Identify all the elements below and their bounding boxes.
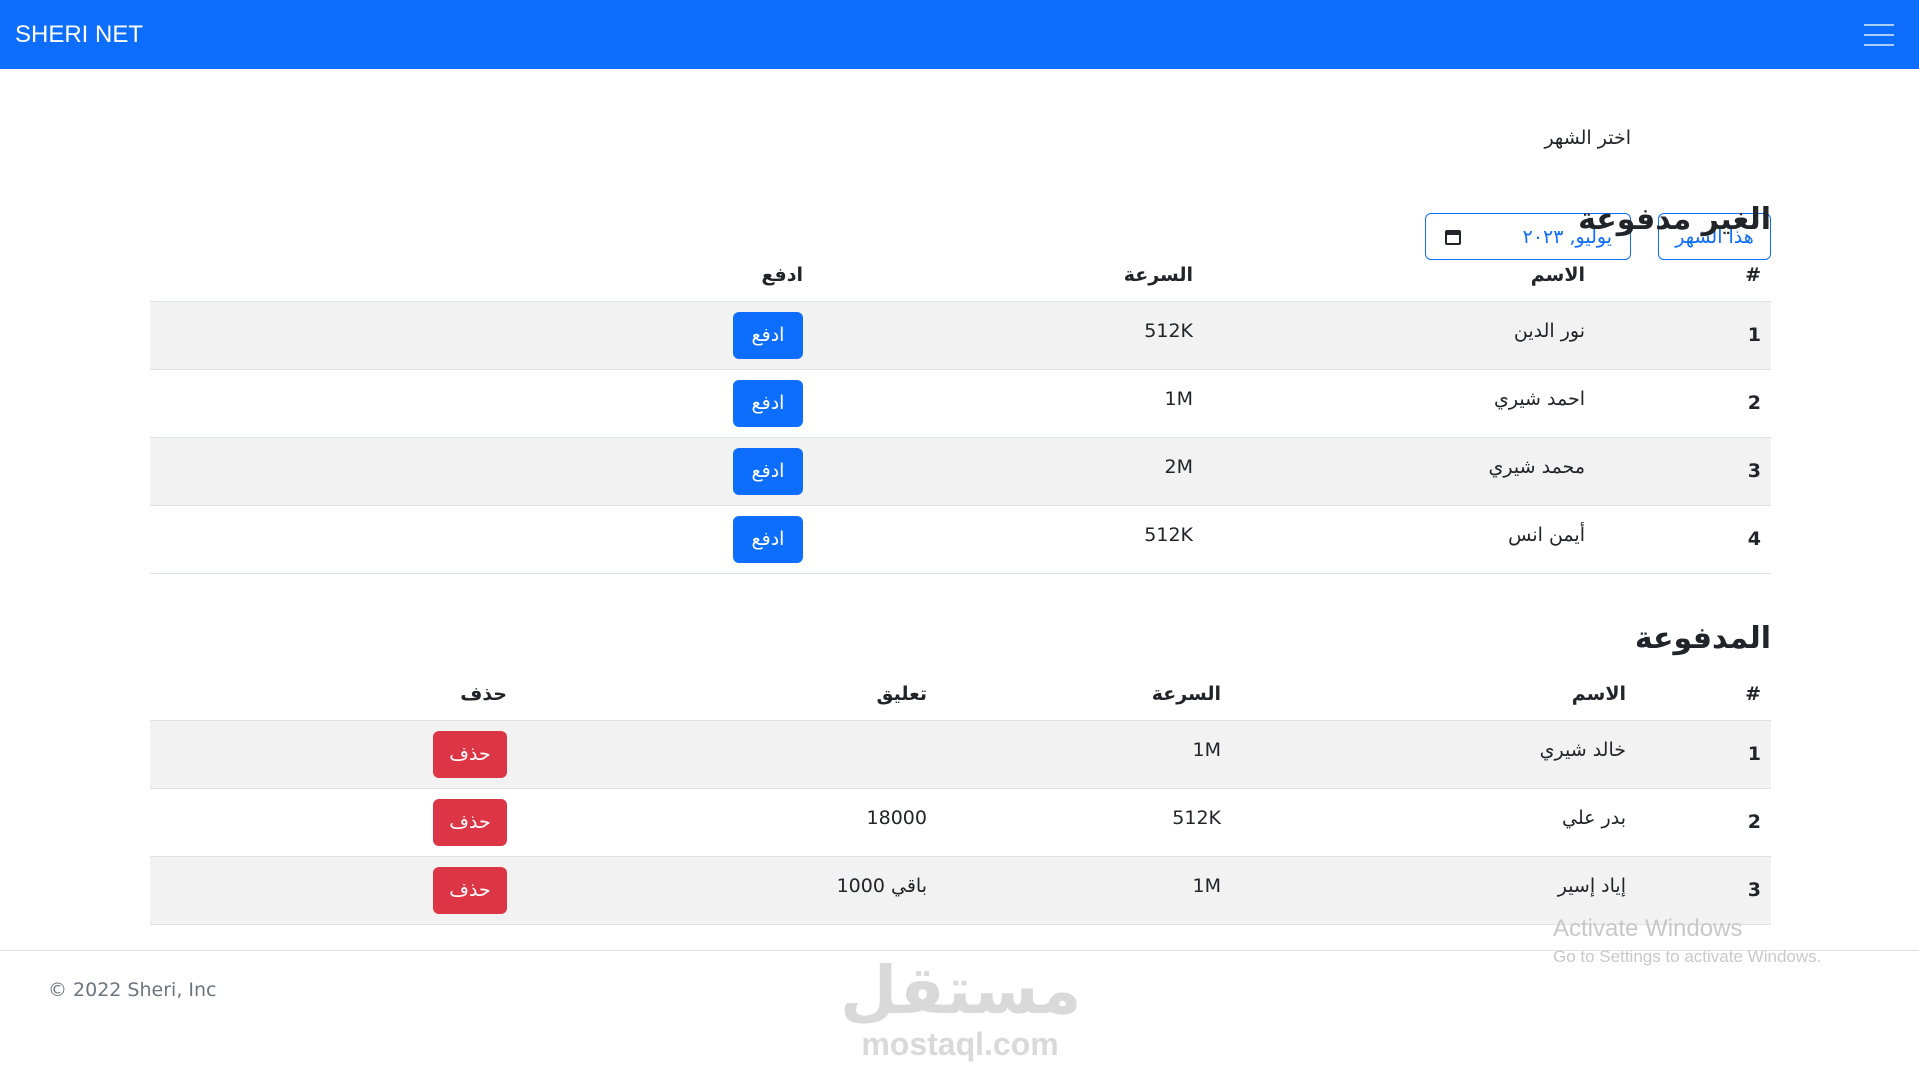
header-speed: السرعة: [1151, 682, 1221, 705]
header-speed: السرعة: [1123, 263, 1193, 286]
unpaid-section-title: الغير مدفوعة: [1578, 202, 1771, 237]
watermark-arabic: مستقل: [840, 952, 1082, 1029]
activate-windows-title: Activate Windows: [1553, 915, 1743, 942]
brand-name[interactable]: SHERI NET: [15, 21, 143, 49]
delete-button[interactable]: حذف: [433, 866, 507, 914]
pay-button[interactable]: ادفع: [733, 311, 803, 359]
row-comment: باقي 1000: [517, 855, 937, 925]
row-name: أيمن انس: [1203, 504, 1595, 574]
row-num: 4: [1595, 504, 1771, 574]
paid-table-header: # الاسم السرعة تعليق حذف: [150, 668, 1771, 720]
pay-button[interactable]: ادفع: [733, 447, 803, 495]
row-comment: 18000: [517, 787, 937, 856]
header-num: #: [1745, 682, 1761, 705]
copyright-text: © 2022 Sheri, Inc: [48, 979, 217, 1001]
row-name: نور الدين: [1203, 300, 1595, 369]
row-num: 3: [1595, 436, 1771, 505]
pay-button[interactable]: ادفع: [733, 379, 803, 427]
watermark-latin: mostaql.com: [861, 1026, 1059, 1062]
delete-button[interactable]: حذف: [433, 798, 507, 846]
row-name: بدر علي: [1231, 787, 1636, 856]
row-speed: 1M: [937, 855, 1231, 925]
row-speed: 1M: [813, 368, 1203, 437]
row-name: محمد شيري: [1203, 436, 1595, 505]
month-picker-label: اختر الشهر: [1544, 127, 1631, 149]
paid-table: # الاسم السرعة تعليق حذف 1 خالد شيري 1M …: [150, 668, 1771, 925]
row-name: خالد شيري: [1231, 719, 1636, 788]
row-num: 2: [1636, 787, 1771, 856]
row-speed: 512K: [937, 787, 1231, 856]
header-comment: تعليق: [876, 682, 928, 705]
row-comment: [517, 719, 937, 788]
paid-section-title: المدفوعة: [1634, 621, 1771, 656]
row-num: 2: [1595, 368, 1771, 437]
header-num: #: [1745, 263, 1761, 286]
header-name: الاسم: [1571, 682, 1626, 705]
delete-button[interactable]: حذف: [433, 730, 507, 778]
activate-windows-subtitle: Go to Settings to activate Windows.: [1553, 947, 1822, 966]
unpaid-table: # الاسم السرعة ادفع 1 نور الدين 512K ادف…: [150, 249, 1771, 574]
table-row: 4 أيمن انس 512K ادفع: [150, 504, 1771, 574]
header-delete: حذف: [460, 682, 507, 705]
header-name: الاسم: [1530, 263, 1585, 286]
unpaid-table-header: # الاسم السرعة ادفع: [150, 249, 1771, 301]
row-name: احمد شيري: [1203, 368, 1595, 437]
calendar-icon[interactable]: [1444, 228, 1462, 246]
table-row: 3 محمد شيري 2M ادفع: [150, 436, 1771, 505]
table-row: 1 خالد شيري 1M حذف: [150, 719, 1771, 788]
header-pay: ادفع: [761, 263, 803, 286]
row-speed: 1M: [937, 719, 1231, 788]
row-speed: 512K: [813, 504, 1203, 574]
table-row: 1 نور الدين 512K ادفع: [150, 300, 1771, 369]
table-row: 3 إياد إسير 1M باقي 1000 حذف: [150, 855, 1771, 925]
row-num: 3: [1636, 855, 1771, 925]
row-num: 1: [1595, 300, 1771, 369]
top-navbar: SHERI NET: [0, 0, 1919, 69]
row-name: إياد إسير: [1231, 855, 1636, 925]
mostaql-watermark-logo: مستقل mostaql.com: [840, 952, 1082, 1065]
hamburger-menu-icon[interactable]: [1854, 15, 1904, 55]
row-speed: 2M: [813, 436, 1203, 505]
row-speed: 512K: [813, 300, 1203, 369]
activate-windows-overlay: Activate Windows Go to Settings to activ…: [1553, 915, 1821, 967]
table-row: 2 احمد شيري 1M ادفع: [150, 368, 1771, 437]
pay-button[interactable]: ادفع: [733, 515, 803, 563]
row-num: 1: [1636, 719, 1771, 788]
table-row: 2 بدر علي 512K 18000 حذف: [150, 787, 1771, 856]
